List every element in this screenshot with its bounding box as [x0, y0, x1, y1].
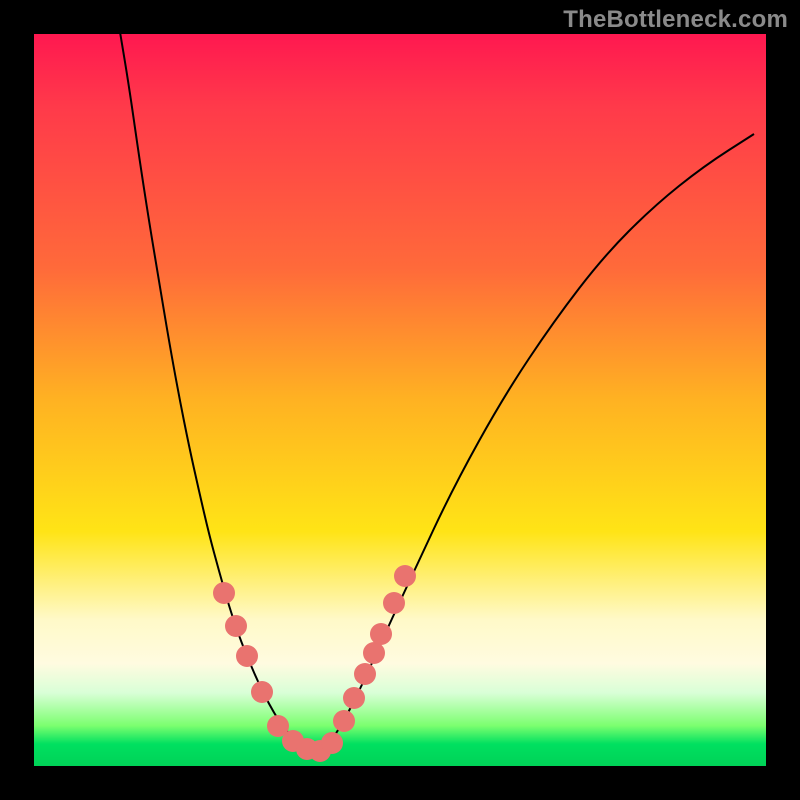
- chart-stage: TheBottleneck.com: [0, 0, 800, 800]
- marker-dot: [225, 615, 247, 637]
- marker-dot: [370, 623, 392, 645]
- marker-dot: [394, 565, 416, 587]
- marker-dot: [383, 592, 405, 614]
- marker-dot: [363, 642, 385, 664]
- marker-dot: [251, 681, 273, 703]
- marker-dot: [333, 710, 355, 732]
- min-region-dots: [213, 565, 416, 762]
- marker-dot: [213, 582, 235, 604]
- marker-dot: [343, 687, 365, 709]
- plot-area: [34, 34, 766, 766]
- marker-dot: [354, 663, 376, 685]
- bottleneck-curve: [119, 34, 754, 752]
- marker-dot: [236, 645, 258, 667]
- watermark-text: TheBottleneck.com: [563, 6, 788, 34]
- marker-dot: [321, 732, 343, 754]
- chart-overlay-svg: [34, 34, 766, 766]
